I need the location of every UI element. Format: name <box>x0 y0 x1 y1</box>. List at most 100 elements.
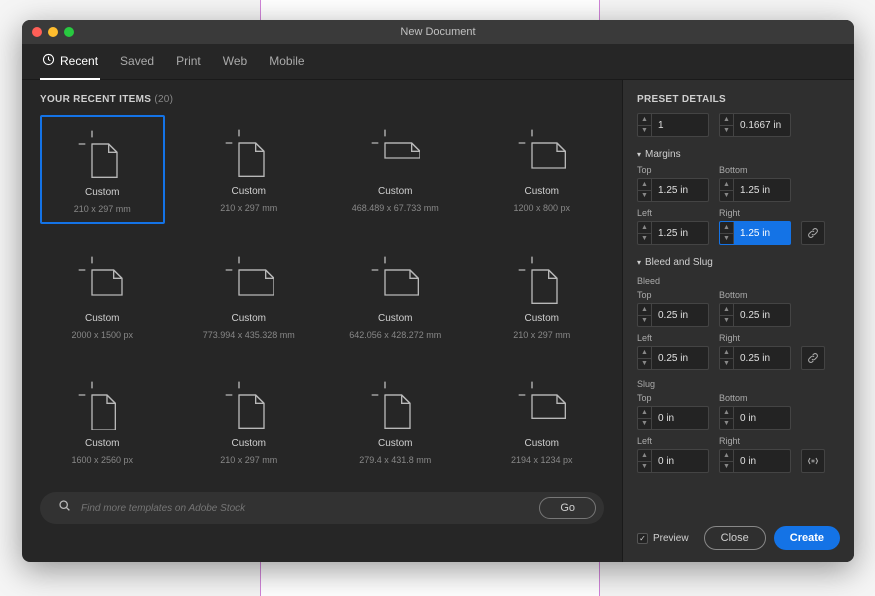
search-go-button[interactable]: Go <box>539 497 596 519</box>
stepper-down-icon[interactable]: ▼ <box>720 234 733 245</box>
preset-item[interactable]: Custom279.4 x 431.8 mm <box>333 367 458 474</box>
window-maximize-button[interactable] <box>64 27 74 37</box>
stepper-down-icon[interactable]: ▼ <box>720 359 733 370</box>
template-search-input[interactable] <box>81 503 529 514</box>
preset-dimensions: 773.994 x 435.328 mm <box>203 330 295 340</box>
stepper-up-icon[interactable]: ▲ <box>638 347 651 359</box>
stepper-down-icon[interactable]: ▼ <box>638 126 651 137</box>
slug-right-input[interactable] <box>734 450 790 472</box>
stepper-up-icon[interactable]: ▲ <box>720 304 733 316</box>
preset-item[interactable]: Custom468.489 x 67.733 mm <box>333 115 458 224</box>
tab-saved[interactable]: Saved <box>118 45 156 79</box>
preset-title: Custom <box>378 186 412 197</box>
bleed-right-stepper[interactable]: ▲▼ <box>719 346 791 370</box>
preset-item[interactable]: Custom642.056 x 428.272 mm <box>333 242 458 349</box>
margin-bottom-input[interactable] <box>734 179 790 201</box>
stepper-down-icon[interactable]: ▼ <box>720 316 733 327</box>
search-icon <box>58 499 71 517</box>
close-button[interactable]: Close <box>704 526 766 550</box>
stepper-up-icon[interactable]: ▲ <box>720 114 733 126</box>
slug-top-input[interactable] <box>652 407 708 429</box>
margin-top-input[interactable] <box>652 179 708 201</box>
stepper-up-icon[interactable]: ▲ <box>720 450 733 462</box>
stepper-down-icon[interactable]: ▼ <box>638 191 651 202</box>
recent-count: (20) <box>154 94 173 105</box>
create-button[interactable]: Create <box>774 526 840 550</box>
margin-right-label: Right <box>719 208 791 218</box>
checkmark-icon: ✓ <box>637 533 648 544</box>
slug-right-stepper[interactable]: ▲▼ <box>719 449 791 473</box>
stepper-down-icon[interactable]: ▼ <box>720 419 733 430</box>
stepper-up-icon[interactable]: ▲ <box>720 407 733 419</box>
tab-label: Recent <box>60 54 98 68</box>
tab-print[interactable]: Print <box>174 45 203 79</box>
margin-top-stepper[interactable]: ▲▼ <box>637 178 709 202</box>
margin-left-input[interactable] <box>652 222 708 244</box>
margin-right-stepper[interactable]: ▲▼ <box>719 221 791 245</box>
stepper-down-icon[interactable]: ▼ <box>638 359 651 370</box>
stepper-up-icon[interactable]: ▲ <box>638 179 651 191</box>
preset-item[interactable]: Custom2000 x 1500 px <box>40 242 165 349</box>
columns-stepper[interactable]: ▲▼ <box>637 113 709 137</box>
stepper-down-icon[interactable]: ▼ <box>638 462 651 473</box>
stepper-up-icon[interactable]: ▲ <box>720 179 733 191</box>
gutter-input[interactable] <box>734 114 790 136</box>
tab-web[interactable]: Web <box>221 45 249 79</box>
stepper-down-icon[interactable]: ▼ <box>638 234 651 245</box>
preset-item[interactable]: Custom210 x 297 mm <box>187 367 312 474</box>
stepper-up-icon[interactable]: ▲ <box>638 304 651 316</box>
gutter-stepper[interactable]: ▲▼ <box>719 113 791 137</box>
slug-left-input[interactable] <box>652 450 708 472</box>
window-minimize-button[interactable] <box>48 27 58 37</box>
stepper-up-icon[interactable]: ▲ <box>638 114 651 126</box>
document-icon <box>77 378 127 432</box>
preset-item[interactable]: Custom 773.994 x 435.328 mm <box>187 242 312 349</box>
slug-top-stepper[interactable]: ▲▼ <box>637 406 709 430</box>
bleed-bottom-input[interactable] <box>734 304 790 326</box>
preset-item[interactable]: Custom1200 x 800 px <box>480 115 605 224</box>
preset-title: Custom <box>232 313 266 324</box>
stepper-up-icon[interactable]: ▲ <box>720 347 733 359</box>
margin-left-stepper[interactable]: ▲▼ <box>637 221 709 245</box>
window-close-button[interactable] <box>32 27 42 37</box>
bleed-top-input[interactable] <box>652 304 708 326</box>
stepper-down-icon[interactable]: ▼ <box>720 126 733 137</box>
stepper-up-icon[interactable]: ▲ <box>720 222 733 234</box>
slug-left-stepper[interactable]: ▲▼ <box>637 449 709 473</box>
preset-item[interactable]: Custom1600 x 2560 px <box>40 367 165 474</box>
stepper-down-icon[interactable]: ▼ <box>638 316 651 327</box>
slug-bottom-stepper[interactable]: ▲▼ <box>719 406 791 430</box>
bleed-bottom-stepper[interactable]: ▲▼ <box>719 303 791 327</box>
slug-bottom-input[interactable] <box>734 407 790 429</box>
bleed-left-stepper[interactable]: ▲▼ <box>637 346 709 370</box>
bleed-slug-section-toggle[interactable]: ▾ Bleed and Slug <box>637 257 840 268</box>
bleed-left-input[interactable] <box>652 347 708 369</box>
columns-input[interactable] <box>652 114 708 136</box>
margin-right-input[interactable] <box>734 222 790 244</box>
bleed-right-input[interactable] <box>734 347 790 369</box>
stepper-up-icon[interactable]: ▲ <box>638 222 651 234</box>
link-slug-button[interactable] <box>801 449 825 473</box>
preview-checkbox[interactable]: ✓ Preview <box>637 533 689 544</box>
preset-details-panel: PRESET DETAILS ▲▼ ▲▼ ▾ Margins Top ▲▼ <box>622 80 854 562</box>
margins-section-toggle[interactable]: ▾ Margins <box>637 149 840 160</box>
bleed-right-label: Right <box>719 333 791 343</box>
chevron-down-icon: ▾ <box>637 150 641 159</box>
stepper-up-icon[interactable]: ▲ <box>638 407 651 419</box>
preset-item[interactable]: Custom210 x 297 mm <box>40 115 165 224</box>
preset-item[interactable]: Custom210 x 297 mm <box>480 242 605 349</box>
stepper-up-icon[interactable]: ▲ <box>638 450 651 462</box>
link-margins-button[interactable] <box>801 221 825 245</box>
margin-bottom-stepper[interactable]: ▲▼ <box>719 178 791 202</box>
link-bleed-button[interactable] <box>801 346 825 370</box>
stepper-down-icon[interactable]: ▼ <box>638 419 651 430</box>
presets-panel: YOUR RECENT ITEMS (20) Custom210 x 297 m… <box>22 80 622 562</box>
tab-recent[interactable]: Recent <box>40 44 100 80</box>
stepper-down-icon[interactable]: ▼ <box>720 191 733 202</box>
bleed-top-stepper[interactable]: ▲▼ <box>637 303 709 327</box>
preset-item[interactable]: Custom2194 x 1234 px <box>480 367 605 474</box>
stepper-down-icon[interactable]: ▼ <box>720 462 733 473</box>
tab-mobile[interactable]: Mobile <box>267 45 306 79</box>
preset-dimensions: 2000 x 1500 px <box>71 330 133 340</box>
preset-item[interactable]: Custom210 x 297 mm <box>187 115 312 224</box>
